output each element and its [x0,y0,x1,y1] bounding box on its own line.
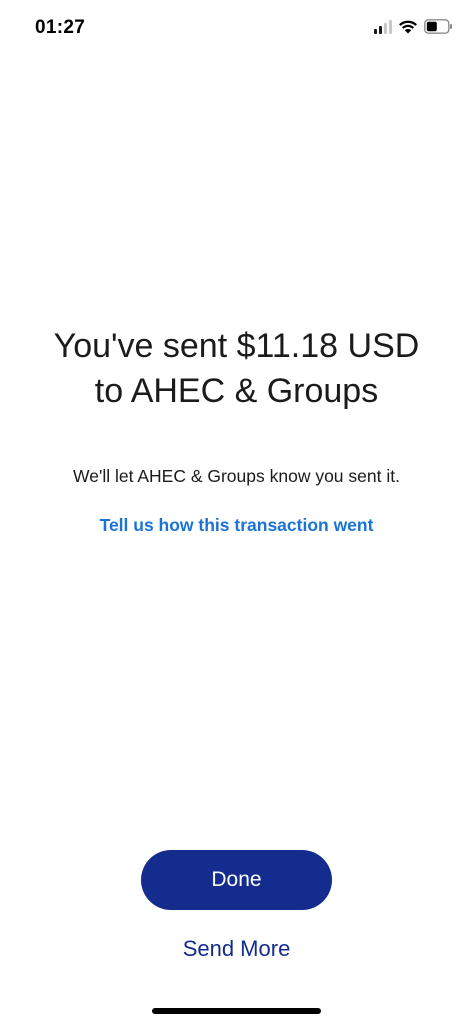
wifi-icon [398,19,418,34]
battery-icon [424,19,453,34]
confirmation-headline: You've sent $11.18 USD to AHEC & Groups [0,324,473,414]
status-time: 01:27 [35,17,86,38]
headline-amount-line: You've sent $11.18 USD [53,327,420,365]
status-bar: 01:27 [0,0,473,58]
signal-icon [374,19,392,34]
headline-recipient-line: to AHEC & Groups [94,372,379,410]
feedback-link[interactable]: Tell us how this transaction went [0,515,473,536]
home-indicator [152,1008,321,1014]
notification-subtext: We'll let AHEC & Groups know you sent it… [73,466,400,486]
status-icons [374,19,453,34]
send-more-link[interactable]: Send More [0,936,473,962]
done-button[interactable]: Done [141,850,332,910]
battery-fill [426,21,437,32]
